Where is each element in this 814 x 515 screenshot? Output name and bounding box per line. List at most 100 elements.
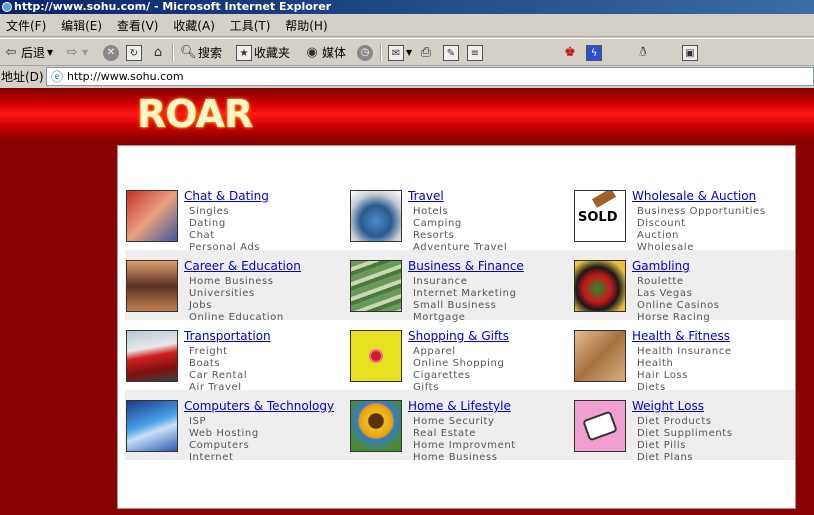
subcategory-item[interactable]: Home Business — [413, 452, 498, 464]
globe-flags-photo[interactable] — [350, 190, 402, 242]
subcategory-item[interactable]: Roulette — [637, 276, 684, 288]
sold-gavel-image[interactable]: SOLD — [574, 190, 626, 242]
extra-button[interactable]: ▣ — [682, 43, 698, 63]
category-weight-loss: Weight Loss Diet Products Diet Supplimen… — [573, 390, 797, 463]
menu-favorites[interactable]: 收藏(A) — [168, 15, 220, 37]
computer-image[interactable] — [126, 400, 178, 452]
menu-file[interactable]: 文件(F) — [1, 15, 51, 37]
fitness-photo[interactable] — [574, 330, 626, 382]
subcategory-item[interactable]: Freight — [189, 346, 228, 358]
subcategory-item[interactable]: Camping — [413, 218, 462, 230]
money-stack-photo[interactable] — [350, 260, 402, 312]
subcategory-item[interactable]: Dating — [189, 218, 226, 230]
category-title-link[interactable]: Chat & Dating — [184, 190, 269, 203]
subcategory-item[interactable]: Internet — [189, 452, 234, 464]
subcategory-item[interactable]: Singles — [189, 206, 229, 218]
subcategory-item[interactable]: Las Vegas — [637, 288, 692, 300]
category-title-link[interactable]: Wholesale & Auction — [632, 190, 756, 203]
category-title-link[interactable]: Gambling — [632, 260, 690, 273]
subcategory-item[interactable]: Apparel — [413, 346, 456, 358]
subcategory-item[interactable]: Universities — [189, 288, 255, 300]
subcategory-item[interactable]: Home Business — [189, 276, 274, 288]
subcategory-item[interactable]: Internet Marketing — [413, 288, 517, 300]
subcategory-item[interactable]: Small Business — [413, 300, 496, 312]
back-dropdown-icon[interactable]: ▼ — [47, 43, 53, 63]
favorites-button[interactable]: ★ 收藏夹 — [236, 43, 290, 63]
subcategory-item[interactable]: Boats — [189, 358, 220, 370]
discuss-button[interactable]: ≡ — [467, 43, 483, 63]
category-title-link[interactable]: Transportation — [184, 330, 271, 343]
subcategory-item[interactable]: Business Opportunities — [637, 206, 766, 218]
mail-button[interactable]: ✉ ▼ — [388, 43, 412, 63]
history-button[interactable]: ◷ — [357, 43, 373, 63]
subcategory-item[interactable]: Hair Loss — [637, 370, 688, 382]
category-title-link[interactable]: Career & Education — [184, 260, 301, 273]
subcategory-item[interactable]: Chat — [189, 230, 215, 242]
subcategory-item[interactable]: Computers — [189, 440, 249, 452]
refresh-button[interactable]: ↻ — [126, 43, 142, 63]
category-title-link[interactable]: Shopping & Gifts — [408, 330, 509, 343]
menu-tools[interactable]: 工具(T) — [225, 15, 276, 37]
category-title-link[interactable]: Computers & Technology — [184, 400, 334, 413]
address-input[interactable]: ⓔ http://www.sohu.com — [46, 67, 814, 86]
media-button[interactable]: ◉ 媒体 — [304, 43, 346, 63]
category-title-link[interactable]: Home & Lifestyle — [408, 400, 511, 413]
red-car-photo[interactable] — [126, 330, 178, 382]
forward-dropdown-icon[interactable]: ▼ — [82, 43, 88, 63]
subcategory-item[interactable]: Diet Pills — [637, 440, 686, 452]
couple-photo[interactable] — [126, 190, 178, 242]
address-url[interactable]: http://www.sohu.com — [67, 69, 184, 85]
subcategory-item[interactable]: ISP — [189, 416, 206, 428]
subcategory-item[interactable]: Auction — [637, 230, 679, 242]
menu-edit[interactable]: 编辑(E) — [56, 15, 107, 37]
subcategory-item[interactable]: Home Improvment — [413, 440, 516, 452]
menu-view[interactable]: 查看(V) — [112, 15, 164, 37]
category-title-link[interactable]: Weight Loss — [632, 400, 704, 413]
mail-dropdown-icon[interactable]: ▼ — [406, 43, 412, 63]
subcategory-item[interactable]: Health Insurance — [637, 346, 732, 358]
media-label: 媒体 — [322, 46, 347, 60]
site-logo[interactable]: ROAR — [137, 94, 259, 134]
menu-bar: 文件(F) 编辑(E) 查看(V) 收藏(A) 工具(T) 帮助(H) — [0, 15, 814, 37]
subcategory-item[interactable]: Health — [637, 358, 673, 370]
subcategory-item[interactable]: Jobs — [189, 300, 212, 312]
ie-icon — [2, 2, 12, 12]
messenger-button[interactable]: ♚ — [562, 43, 578, 63]
subcategory-item[interactable]: Diet Suppliments — [637, 428, 733, 440]
sunflower-photo[interactable] — [350, 400, 402, 452]
subcategory-item[interactable]: Cigarettes — [413, 370, 470, 382]
subcategory-item[interactable]: Diet Products — [637, 416, 712, 428]
category-title-link[interactable]: Health & Fitness — [632, 330, 730, 343]
subcategory-item[interactable]: Resorts — [413, 230, 454, 242]
subcategory-item[interactable]: Diet Plans — [637, 452, 693, 464]
subcategory-item[interactable]: Online Casinos — [637, 300, 720, 312]
gift-bag-image[interactable] — [350, 330, 402, 382]
home-button[interactable]: ⌂ — [150, 43, 166, 63]
addon-button[interactable]: ϟ — [586, 43, 602, 63]
subcategory-item[interactable]: Discount — [637, 218, 686, 230]
extra-icon: ▣ — [682, 45, 698, 61]
category-title-link[interactable]: Business & Finance — [408, 260, 524, 273]
subcategory-item[interactable]: Car Rental — [189, 370, 247, 382]
scale-image[interactable] — [574, 400, 626, 452]
woman-at-desk-photo[interactable] — [126, 260, 178, 312]
subcategory-item[interactable]: Insurance — [413, 276, 467, 288]
search-button[interactable]: 🔍︎ 搜索 — [180, 43, 222, 63]
category-title-link[interactable]: Travel — [408, 190, 444, 203]
subcategory-item[interactable]: Real Estate — [413, 428, 476, 440]
category-shopping-gifts: Shopping & Gifts Apparel Online Shopping… — [349, 320, 573, 393]
edit-button[interactable]: ✎ — [443, 43, 459, 63]
forward-arrow-icon: ⇨ — [66, 45, 78, 60]
category-business-finance: Business & Finance Insurance Internet Ma… — [349, 250, 573, 323]
qq-button[interactable]: 🐧︎ — [635, 43, 651, 63]
forward-button[interactable]: ⇨ ▼ — [64, 43, 89, 63]
subcategory-item[interactable]: Web Hosting — [189, 428, 259, 440]
subcategory-item[interactable]: Home Security — [413, 416, 495, 428]
subcategory-item[interactable]: Online Shopping — [413, 358, 504, 370]
roulette-photo[interactable] — [574, 260, 626, 312]
stop-button[interactable]: ✕ — [103, 43, 119, 63]
print-button[interactable]: ⎙ — [418, 43, 434, 63]
back-button[interactable]: ⇦ 后退 ▼ — [3, 43, 54, 63]
subcategory-item[interactable]: Hotels — [413, 206, 448, 218]
menu-help[interactable]: 帮助(H) — [280, 15, 332, 37]
